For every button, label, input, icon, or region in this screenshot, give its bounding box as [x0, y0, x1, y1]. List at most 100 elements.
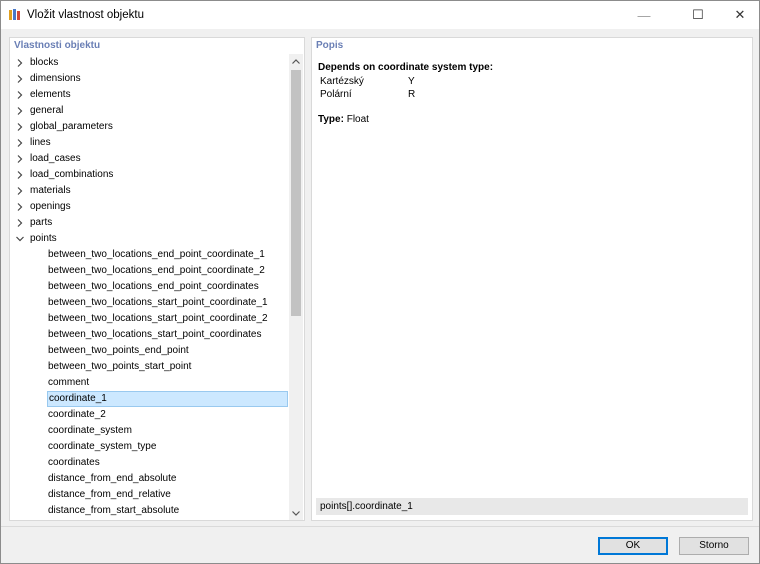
- tree-item-label: comment: [48, 377, 90, 388]
- tree-item-label: coordinate_2: [48, 409, 106, 420]
- chevron-down-icon: [292, 510, 300, 516]
- tree-item-label: distance_from_end_relative: [48, 489, 171, 500]
- dialog-window: Vložit vlastnost objektu — ☐ ✕ Vlastnost…: [0, 0, 760, 564]
- type-label: Type:: [318, 114, 344, 125]
- chevron-right-icon[interactable]: [15, 103, 25, 119]
- tree-item-label: between_two_locations_end_point_coordina…: [48, 249, 265, 260]
- tree-item-label: points: [30, 233, 57, 244]
- tree-item-label: general: [30, 105, 64, 116]
- property-tree[interactable]: blocks dimensions elements general global_pa…: [10, 54, 288, 520]
- minimize-icon: —: [637, 7, 651, 23]
- tree-item-distance-from-end-relative[interactable]: distance_from_end_relative: [10, 487, 286, 503]
- tree-item-label: elements: [30, 89, 71, 100]
- scroll-thumb[interactable]: [291, 70, 301, 316]
- tree-item-between-two-points-end-point[interactable]: between_two_points_end_point: [10, 343, 286, 359]
- description-header: Popis: [316, 40, 344, 51]
- tree-item-between-two-locations-start-point-coordinate-1[interactable]: between_two_locations_start_point_coordi…: [10, 295, 286, 311]
- scroll-up-button[interactable]: [289, 54, 303, 68]
- tree-item-label: lines: [30, 137, 51, 148]
- tree-item-general[interactable]: general: [10, 103, 286, 119]
- chevron-right-icon[interactable]: [15, 183, 25, 199]
- title-bar[interactable]: Vložit vlastnost objektu — ☐ ✕: [1, 1, 759, 29]
- tree-item-elements[interactable]: elements: [10, 87, 286, 103]
- chevron-down-icon[interactable]: [15, 231, 25, 247]
- ok-button[interactable]: OK: [598, 537, 668, 555]
- chevron-right-icon[interactable]: [15, 87, 25, 103]
- tree-item-between-two-locations-start-point-coordinate-2[interactable]: between_two_locations_start_point_coordi…: [10, 311, 286, 327]
- tree-item-label: openings: [30, 201, 71, 212]
- tree-item-dimensions[interactable]: dimensions: [10, 71, 286, 87]
- description-row-value: Y: [408, 76, 415, 87]
- description-title: Depends on coordinate system type:: [318, 62, 494, 73]
- tree-item-label: dimensions: [30, 73, 81, 84]
- tree-item-global-parameters[interactable]: global_parameters: [10, 119, 286, 135]
- description-panel: Popis Depends on coordinate system type:…: [311, 37, 753, 521]
- tree-item-between-two-locations-start-point-coordinates[interactable]: between_two_locations_start_point_coordi…: [10, 327, 286, 343]
- minimize-button[interactable]: —: [621, 1, 667, 29]
- window-title: Vložit vlastnost objektu: [27, 9, 144, 21]
- chevron-right-icon[interactable]: [15, 55, 25, 71]
- type-value: Float: [346, 114, 369, 125]
- cancel-button[interactable]: Storno: [679, 537, 749, 555]
- tree-item-load-combinations[interactable]: load_combinations: [10, 167, 286, 183]
- tree-scrollbar[interactable]: [289, 54, 303, 520]
- tree-item-distance-from-start-absolute[interactable]: distance_from_start_absolute: [10, 503, 286, 519]
- tree-item-points[interactable]: points: [10, 231, 286, 247]
- tree-item-between-two-locations-end-point-coordinates[interactable]: between_two_locations_end_point_coordina…: [10, 279, 286, 295]
- chevron-right-icon[interactable]: [15, 151, 25, 167]
- tree-item-coordinate-1[interactable]: coordinate_1: [47, 391, 288, 407]
- chevron-right-icon[interactable]: [15, 199, 25, 215]
- tree-item-blocks[interactable]: blocks: [10, 55, 286, 71]
- tree-item-distance-from-end-absolute[interactable]: distance_from_end_absolute: [10, 471, 286, 487]
- type-line: Type: Float: [318, 114, 369, 125]
- chevron-up-icon: [292, 58, 300, 64]
- tree-item-label: distance_from_start_absolute: [48, 505, 180, 516]
- tree-item-between-two-locations-end-point-coordinate-1[interactable]: between_two_locations_end_point_coordina…: [10, 247, 286, 263]
- chevron-right-icon[interactable]: [15, 119, 25, 135]
- description-row-key: Polární: [320, 89, 352, 100]
- tree-item-label: between_two_locations_end_point_coordina…: [48, 265, 265, 276]
- tree-item-lines[interactable]: lines: [10, 135, 286, 151]
- tree-item-label: between_two_locations_start_point_coordi…: [48, 329, 262, 340]
- chevron-right-icon[interactable]: [15, 167, 25, 183]
- tree-item-label: materials: [30, 185, 71, 196]
- description-row-key: Kartézský: [320, 76, 364, 87]
- maximize-icon: ☐: [692, 7, 704, 22]
- tree-item-openings[interactable]: openings: [10, 199, 286, 215]
- chevron-right-icon[interactable]: [15, 135, 25, 151]
- tree-item-between-two-locations-end-point-coordinate-2[interactable]: between_two_locations_end_point_coordina…: [10, 263, 286, 279]
- tree-item-between-two-points-start-point[interactable]: between_two_points_start_point: [10, 359, 286, 375]
- tree-item-label: distance_from_end_absolute: [48, 473, 177, 484]
- tree-item-label: parts: [30, 217, 53, 228]
- tree-item-label: coordinate_1: [49, 393, 107, 404]
- tree-item-label: between_two_locations_start_point_coordi…: [48, 297, 268, 308]
- tree-item-label: between_two_locations_end_point_coordina…: [48, 281, 259, 292]
- maximize-button[interactable]: ☐: [675, 1, 721, 29]
- tree-item-coordinate-2[interactable]: coordinate_2: [10, 407, 286, 423]
- chevron-right-icon[interactable]: [15, 71, 25, 87]
- tree-item-label: blocks: [30, 57, 59, 68]
- close-button[interactable]: ✕: [717, 1, 760, 29]
- tree-item-label: load_combinations: [30, 169, 114, 180]
- tree-item-label: coordinates: [48, 457, 100, 468]
- tree-item-comment[interactable]: comment: [10, 375, 286, 391]
- tree-item-coordinate-system-type[interactable]: coordinate_system_type: [10, 439, 286, 455]
- tree-item-label: between_two_locations_start_point_coordi…: [48, 313, 268, 324]
- tree-item-coordinate-system[interactable]: coordinate_system: [10, 423, 286, 439]
- tree-item-coordinates[interactable]: coordinates: [10, 455, 286, 471]
- close-icon: ✕: [734, 7, 746, 22]
- tree-item-label: coordinate_system_type: [48, 441, 157, 452]
- tree-item-label: global_parameters: [30, 121, 113, 132]
- properties-header: Vlastnosti objektu: [14, 40, 101, 51]
- app-icon: [9, 9, 20, 20]
- tree-item-label: between_two_points_start_point: [48, 361, 192, 372]
- tree-item-label: coordinate_system: [48, 425, 132, 436]
- properties-panel: Vlastnosti objektu blocks dimensions eleme…: [9, 37, 305, 521]
- tree-item-materials[interactable]: materials: [10, 183, 286, 199]
- chevron-right-icon[interactable]: [15, 215, 25, 231]
- tree-item-parts[interactable]: parts: [10, 215, 286, 231]
- property-path: points[].coordinate_1: [316, 498, 748, 515]
- tree-item-load-cases[interactable]: load_cases: [10, 151, 286, 167]
- tree-item-label: between_two_points_end_point: [48, 345, 189, 356]
- scroll-down-button[interactable]: [289, 506, 303, 520]
